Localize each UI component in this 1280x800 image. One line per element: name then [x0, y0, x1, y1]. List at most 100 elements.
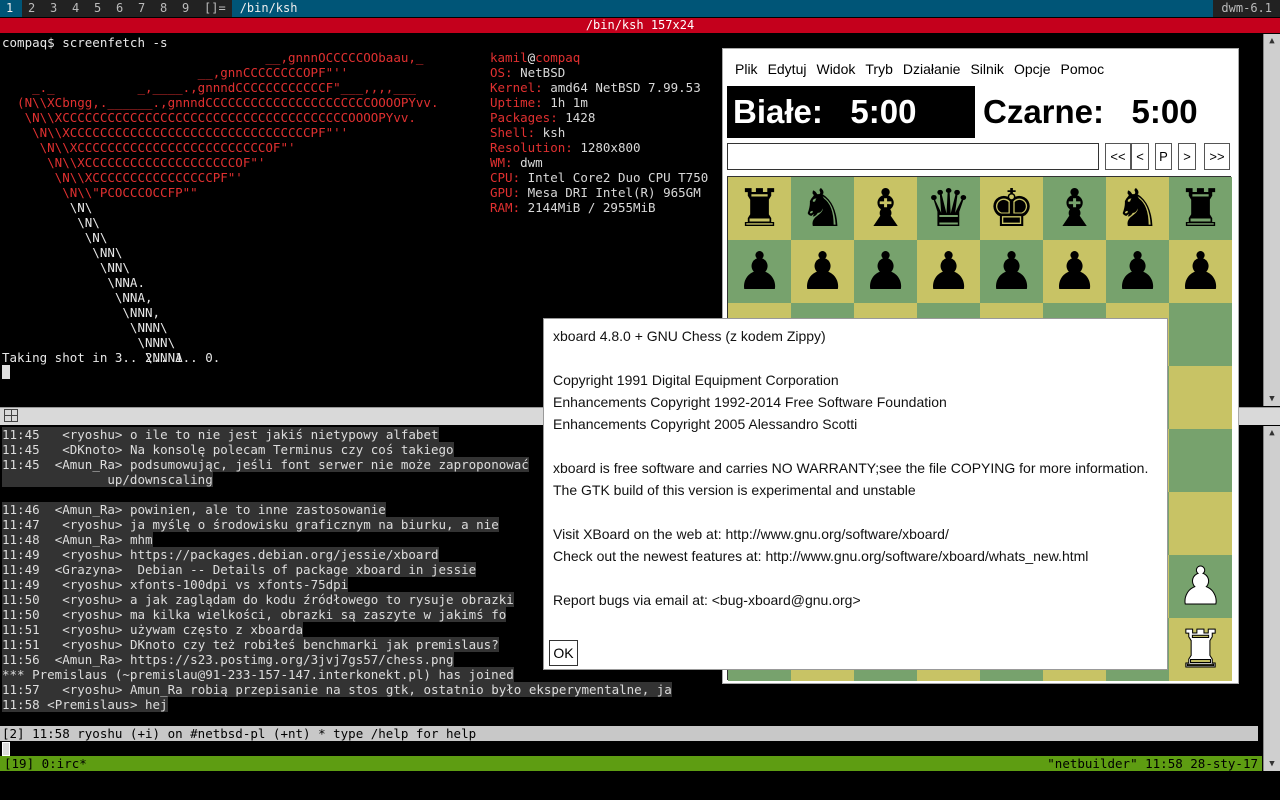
- split-grid-icon[interactable]: [4, 409, 18, 422]
- black-queen-icon[interactable]: ♛: [925, 183, 972, 235]
- black-pawn-icon[interactable]: ♟: [1177, 246, 1224, 298]
- board-square[interactable]: ♛: [917, 177, 980, 240]
- white-pawn-icon[interactable]: ♟: [1177, 560, 1225, 613]
- logo-line: \NNN\: [2, 335, 176, 350]
- tag-6[interactable]: 6: [110, 0, 132, 17]
- last-move-button[interactable]: >>: [1204, 143, 1230, 170]
- menu-item-pomoc[interactable]: Pomoc: [1056, 59, 1110, 79]
- menu-item-widok[interactable]: Widok: [811, 59, 860, 79]
- board-square[interactable]: ♟: [917, 240, 980, 303]
- message-text: Debian -- Details of package xboard in j…: [122, 562, 477, 577]
- black-knight-icon[interactable]: ♞: [799, 183, 846, 235]
- black-pawn-icon[interactable]: ♟: [1114, 246, 1161, 298]
- black-pawn-icon[interactable]: ♟: [988, 246, 1035, 298]
- tag-3[interactable]: 3: [44, 0, 66, 17]
- scroll-down-icon[interactable]: ▼: [1264, 392, 1280, 406]
- about-line: Report bugs via email at: <bug-xboard@gn…: [553, 592, 861, 608]
- board-square[interactable]: ♜: [1169, 618, 1232, 681]
- logo-line: \N\: [2, 230, 108, 245]
- black-king-icon[interactable]: ♚: [988, 183, 1035, 235]
- info-value: 2144MiB / 2955MiB: [520, 200, 656, 215]
- black-pawn-icon[interactable]: ♟: [799, 246, 846, 298]
- first-move-button[interactable]: <<: [1105, 143, 1131, 170]
- board-square[interactable]: ♟: [791, 240, 854, 303]
- board-square[interactable]: ♜: [728, 177, 791, 240]
- board-square[interactable]: ♚: [980, 177, 1043, 240]
- scroll-up-icon[interactable]: ▲: [1264, 34, 1280, 48]
- logo-line: \N\\XCCCCCCCCCCCCCCCCPF"': [2, 170, 243, 185]
- board-square[interactable]: ♜: [1169, 177, 1232, 240]
- irc-input[interactable]: [0, 741, 1262, 756]
- scroll-up-icon[interactable]: ▲: [1264, 426, 1280, 440]
- menu-item-działanie[interactable]: Działanie: [898, 59, 966, 79]
- black-pawn-icon[interactable]: ♟: [1051, 246, 1098, 298]
- tag-7[interactable]: 7: [132, 0, 154, 17]
- info-row: RAM: 2144MiB / 2955MiB: [490, 200, 656, 215]
- black-rook-icon[interactable]: ♜: [1177, 183, 1224, 235]
- info-key: Packages:: [490, 110, 558, 125]
- tag-5[interactable]: 5: [88, 0, 110, 17]
- black-pawn-icon[interactable]: ♟: [862, 246, 909, 298]
- menu-item-edytuj[interactable]: Edytuj: [763, 59, 812, 79]
- message-nick: <ryoshu>: [39, 547, 123, 562]
- white-rook-icon[interactable]: ♜: [1177, 623, 1225, 676]
- info-value: NetBSD: [512, 65, 566, 80]
- board-square[interactable]: ♝: [1043, 177, 1106, 240]
- board-square[interactable]: ♟: [728, 240, 791, 303]
- board-square[interactable]: ♟: [1169, 240, 1232, 303]
- info-value: dwm: [512, 155, 543, 170]
- tag-1[interactable]: 1: [0, 0, 22, 17]
- terminal-scrollbar[interactable]: ▲ ▼: [1263, 34, 1280, 406]
- irc-message: 11:49 <Grazyna> Debian -- Details of pac…: [2, 562, 477, 577]
- tmux-window-list[interactable]: [19] 0:irc*: [4, 756, 87, 771]
- forward-button[interactable]: >: [1178, 143, 1196, 170]
- board-square[interactable]: ♟: [980, 240, 1043, 303]
- black-bishop-icon[interactable]: ♝: [862, 183, 909, 235]
- board-square[interactable]: [1169, 303, 1232, 366]
- tag-8[interactable]: 8: [154, 0, 176, 17]
- board-square[interactable]: [1169, 429, 1232, 492]
- info-row: OS: NetBSD: [490, 65, 565, 80]
- board-square[interactable]: ♟: [1106, 240, 1169, 303]
- logo-line: \NN\: [2, 260, 130, 275]
- board-square[interactable]: [1169, 492, 1232, 555]
- logo-line: (N\\XCbngg,.______.,gnnndCCCCCCCCCCCCCCC…: [2, 95, 439, 110]
- board-square[interactable]: ♞: [1106, 177, 1169, 240]
- irc-scrollbar[interactable]: ▲ ▼: [1263, 426, 1280, 771]
- info-value: Intel Core2 Duo CPU T750: [520, 170, 709, 185]
- board-square[interactable]: ♟: [1169, 555, 1232, 618]
- black-pawn-icon[interactable]: ♟: [736, 246, 783, 298]
- black-pawn-icon[interactable]: ♟: [925, 246, 972, 298]
- tag-4[interactable]: 4: [66, 0, 88, 17]
- message-nick: <Amun_Ra>: [39, 457, 123, 472]
- menu-item-tryb[interactable]: Tryb: [860, 59, 897, 79]
- info-value: ksh: [535, 125, 566, 140]
- layout-indicator[interactable]: []=: [198, 0, 232, 17]
- move-input[interactable]: [727, 143, 1099, 170]
- board-square[interactable]: ♟: [854, 240, 917, 303]
- scroll-down-icon[interactable]: ▼: [1264, 757, 1280, 771]
- black-bishop-icon[interactable]: ♝: [1051, 183, 1098, 235]
- menu-item-opcje[interactable]: Opcje: [1009, 59, 1056, 79]
- ok-button[interactable]: OK: [549, 640, 578, 666]
- message-time: 11:58: [2, 697, 40, 712]
- board-square[interactable]: ♟: [1043, 240, 1106, 303]
- black-rook-icon[interactable]: ♜: [736, 183, 783, 235]
- logo-line: __,gnnnOCCCCCOObaau,_: [2, 50, 424, 65]
- about-line: Enhancements Copyright 2005 Alessandro S…: [553, 416, 858, 432]
- back-button[interactable]: <: [1131, 143, 1149, 170]
- board-square[interactable]: [1169, 366, 1232, 429]
- pause-button[interactable]: P: [1155, 143, 1172, 170]
- tag-2[interactable]: 2: [22, 0, 44, 17]
- info-row: Packages: 1428: [490, 110, 595, 125]
- board-square[interactable]: ♝: [854, 177, 917, 240]
- board-square[interactable]: ♞: [791, 177, 854, 240]
- message-time: 11:45: [2, 427, 40, 442]
- black-knight-icon[interactable]: ♞: [1114, 183, 1161, 235]
- irc-message: 11:50 <ryoshu> a jak zaglądam do kodu źr…: [2, 592, 514, 607]
- menu-item-plik[interactable]: Plik: [723, 59, 763, 79]
- tag-9[interactable]: 9: [176, 0, 198, 17]
- irc-message: 11:45 <Amun_Ra> podsumowując, jeśli font…: [2, 457, 529, 472]
- menu-item-silnik[interactable]: Silnik: [965, 59, 1008, 79]
- about-line: xboard 4.8.0 + GNU Chess (z kodem Zippy): [553, 328, 826, 344]
